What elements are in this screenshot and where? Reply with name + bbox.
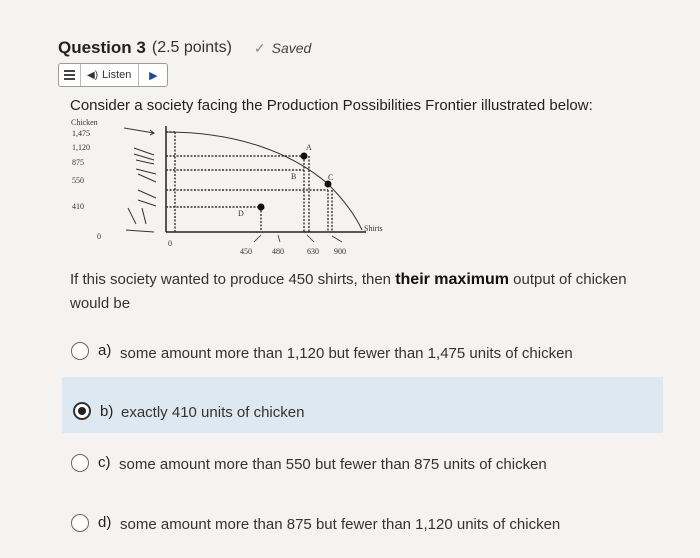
saved-status: ✓ Saved <box>254 40 311 57</box>
point-c-label: C <box>328 173 333 182</box>
y-tick-label: 410 <box>72 202 84 211</box>
saved-label: Saved <box>271 40 312 56</box>
ppf-figure: Chicken 1,475 1,120 875 550 410 0 0 A B … <box>71 118 383 256</box>
radio-option-b[interactable] <box>73 402 91 420</box>
question-points: (2.5 points) <box>151 39 232 56</box>
option-b-text: exactly 410 units of chicken <box>121 404 305 421</box>
y-tick-label: 1,475 <box>72 129 90 138</box>
x-axis-label: Shirts <box>364 224 383 233</box>
y-tick-label: 875 <box>72 158 84 167</box>
check-icon: ✓ <box>253 39 266 56</box>
y-tick-label: 550 <box>72 176 84 185</box>
y-tick-label: 1,120 <box>72 143 90 152</box>
y-zero-label: 0 <box>97 232 101 241</box>
option-b-letter: b) <box>100 403 114 420</box>
radio-option-d[interactable] <box>71 514 89 532</box>
point-a-label: A <box>306 143 312 152</box>
question-header: Question 3 (2.5 points) ✓ Saved <box>58 38 311 58</box>
point-d <box>257 203 265 211</box>
x-tick-label: 480 <box>272 247 284 256</box>
play-icon[interactable]: ▶ <box>139 64 167 86</box>
listen-toolbar: ◀) Listen ▶ <box>58 63 169 87</box>
option-c-text: some amount more than 550 but fewer than… <box>119 456 547 473</box>
y-axis-title: Chicken <box>71 118 98 127</box>
option-a-text: some amount more than 1,120 but fewer th… <box>120 345 573 362</box>
hamburger-icon[interactable] <box>59 64 81 86</box>
speaker-icon: ◀) <box>87 69 99 81</box>
question-title: Question 3 <box>58 38 146 57</box>
arrow-icons <box>123 127 157 233</box>
listen-label: Listen <box>102 69 132 81</box>
option-c-letter: c) <box>98 454 111 471</box>
x-tick-label: 900 <box>334 247 346 256</box>
point-d-label: D <box>238 209 244 218</box>
question-text-bold: their maximum <box>395 271 509 288</box>
x-zero-label: 0 <box>168 239 172 248</box>
x-tick-label: 450 <box>240 247 252 256</box>
question-text-part1: If this society wanted to produce 450 sh… <box>70 271 392 288</box>
question-text: If this society wanted to produce 450 sh… <box>70 268 660 316</box>
radio-option-c[interactable] <box>71 454 89 472</box>
listen-button[interactable]: ◀) Listen <box>81 64 140 86</box>
point-b-label: B <box>291 172 296 181</box>
radio-option-a[interactable] <box>71 342 89 360</box>
option-a-letter: a) <box>98 342 112 359</box>
option-d-text: some amount more than 875 but fewer than… <box>120 516 561 533</box>
point-a <box>300 152 308 160</box>
x-arrows <box>253 234 343 243</box>
x-tick-label: 630 <box>307 247 319 256</box>
option-d-letter: d) <box>98 514 112 531</box>
